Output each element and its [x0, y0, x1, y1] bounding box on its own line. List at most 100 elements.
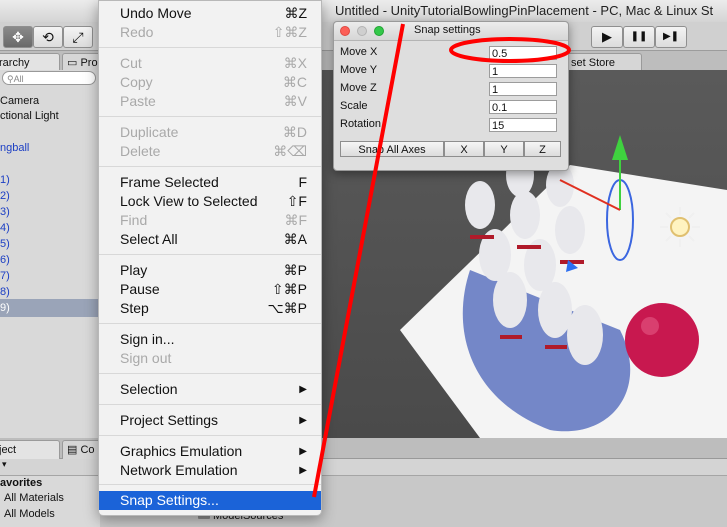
minimize-icon[interactable]: [357, 26, 367, 36]
menu-separator: [99, 254, 321, 255]
menu-item-label: Network Emulation: [120, 462, 238, 478]
hierarchy-search-input[interactable]: ⚲All: [2, 71, 96, 85]
pause-button[interactable]: ❚❚: [623, 26, 655, 48]
snap-rotation-input[interactable]: 15: [489, 118, 557, 132]
move-tool-button[interactable]: ✥: [3, 26, 33, 48]
menu-item-label: Pause: [120, 281, 160, 297]
menu-item-label: Play: [120, 262, 148, 278]
menu-item-delete: Delete ⌘⌫: [99, 142, 321, 161]
step-button[interactable]: ▶❚: [655, 26, 687, 48]
menu-item-label: Sign out: [120, 350, 172, 366]
sun-light-icon[interactable]: [660, 207, 700, 247]
project-favorites: avorites All Materials All Models: [0, 476, 100, 527]
snap-field-label: Scale: [340, 100, 368, 112]
favorites-header[interactable]: avorites: [0, 477, 42, 489]
menu-item-label: Lock View to Selected: [120, 193, 258, 209]
play-button[interactable]: ▶: [591, 26, 623, 48]
move-icon: ✥: [12, 29, 24, 45]
search-icon: ⚲: [7, 74, 14, 84]
hierarchy-item[interactable]: ngball: [0, 139, 100, 157]
menu-item-shortcut: ⌘C: [282, 74, 307, 90]
menu-item-step[interactable]: Step ⌥⌘P: [99, 299, 321, 318]
menu-item-shortcut: ⌘P: [283, 262, 307, 278]
menu-item-snap-settings[interactable]: Snap Settings...: [99, 491, 321, 510]
snap-field-label: Move Z: [340, 82, 377, 94]
close-icon[interactable]: [340, 26, 350, 36]
hierarchy-item-label: 7): [0, 270, 10, 282]
menu-item-play[interactable]: Play ⌘P: [99, 261, 321, 280]
menu-item-pause[interactable]: Pause ⇧⌘P: [99, 280, 321, 299]
snap-field-label: Move Y: [340, 64, 378, 76]
snap-y-label: Y: [500, 144, 508, 156]
submenu-arrow-icon: ▶: [299, 384, 307, 395]
snap-scale-input[interactable]: 0.1: [489, 100, 557, 114]
snap-all-axes-label: Snap All Axes: [358, 144, 426, 156]
menu-item-label: Redo: [120, 24, 154, 40]
tab-project-bottom-label: ject: [0, 444, 17, 456]
menu-item-graphics-emulation[interactable]: Graphics Emulation ▶: [99, 442, 321, 461]
snap-z-button[interactable]: Z: [524, 141, 561, 157]
favorites-item[interactable]: All Models: [4, 508, 55, 520]
menu-item-cut: Cut ⌘X: [99, 54, 321, 73]
hierarchy-item-label: 2): [0, 190, 10, 202]
menu-item-project-settings[interactable]: Project Settings ▶: [99, 411, 321, 430]
menu-item-frame-selected[interactable]: Frame Selected F: [99, 173, 321, 192]
rotate-tool-button[interactable]: ⟲: [33, 26, 63, 48]
menu-item-label: Paste: [120, 93, 156, 109]
snap-field-label: Move X: [340, 46, 378, 58]
snap-move-x-input[interactable]: 0.5: [489, 46, 557, 60]
menu-item-label: Cut: [120, 55, 142, 71]
menu-separator: [99, 484, 321, 485]
menu-item-shortcut: ⌘F: [284, 212, 307, 228]
tab-hierarchy-label: rarchy: [0, 57, 30, 69]
menu-item-undo-move[interactable]: Undo Move ⌘Z: [99, 4, 321, 23]
gizmo-y-arrow[interactable]: [612, 135, 628, 160]
menu-item-shortcut: ⇧F: [286, 193, 307, 209]
menu-item-shortcut: ⌘X: [283, 55, 307, 71]
search-placeholder: All: [13, 74, 24, 84]
menu-item-sign-in[interactable]: Sign in...: [99, 330, 321, 349]
zoom-icon[interactable]: [374, 26, 384, 36]
ball-highlight: [641, 317, 659, 335]
snap-move-y-input[interactable]: 1: [489, 64, 557, 78]
dropdown-icon[interactable]: ▾: [2, 459, 7, 470]
menu-separator: [99, 166, 321, 167]
menu-item-label: Selection: [120, 381, 178, 397]
pause-icon: ❚❚: [630, 31, 648, 42]
menu-item-label: Select All: [120, 231, 178, 247]
favorites-item[interactable]: All Materials: [4, 492, 64, 504]
hierarchy-item[interactable]: ctional Light: [0, 107, 100, 125]
menu-item-network-emulation[interactable]: Network Emulation ▶: [99, 461, 321, 480]
scale-tool-button[interactable]: ⤢: [63, 26, 93, 48]
hierarchy-panel: ⚲All Camera ctional Light ngball 1) 2) 3…: [0, 70, 100, 438]
menu-separator: [99, 323, 321, 324]
play-icon: ▶: [602, 29, 612, 44]
snap-x-label: X: [460, 144, 468, 156]
snap-field-label: Rotation: [340, 118, 381, 130]
hierarchy-item-label: 3): [0, 206, 10, 218]
menu-item-selection[interactable]: Selection ▶: [99, 380, 321, 399]
menu-item-lock-view-to-selected[interactable]: Lock View to Selected ⇧F: [99, 192, 321, 211]
snap-x-button[interactable]: X: [444, 141, 484, 157]
menu-item-label: Find: [120, 212, 148, 228]
tab-asset-store-label: set Store: [571, 57, 616, 69]
menu-item-shortcut: ⌥⌘P: [267, 300, 307, 316]
menu-item-shortcut: ⌘V: [283, 93, 307, 109]
snap-settings-titlebar[interactable]: Snap settings: [334, 22, 568, 41]
hierarchy-item-selected[interactable]: 9): [0, 299, 100, 317]
snap-settings-title: Snap settings: [414, 24, 481, 36]
menu-item-label: Step: [120, 300, 149, 316]
hierarchy-item-label: 8): [0, 286, 10, 298]
menu-item-shortcut: ⌘⌫: [273, 143, 307, 159]
menu-item-select-all[interactable]: Select All ⌘A: [99, 230, 321, 249]
menu-item-shortcut: ⌘Z: [284, 5, 307, 21]
snap-move-z-input[interactable]: 1: [489, 82, 557, 96]
menu-separator: [99, 404, 321, 405]
menu-item-label: Duplicate: [120, 124, 179, 140]
snap-all-axes-button[interactable]: Snap All Axes: [340, 141, 444, 157]
console-icon: ▤: [67, 444, 81, 456]
menu-item-label: Copy: [120, 74, 153, 90]
tab-project[interactable]: ject: [0, 440, 60, 459]
snap-y-button[interactable]: Y: [484, 141, 524, 157]
snap-z-label: Z: [539, 144, 546, 156]
